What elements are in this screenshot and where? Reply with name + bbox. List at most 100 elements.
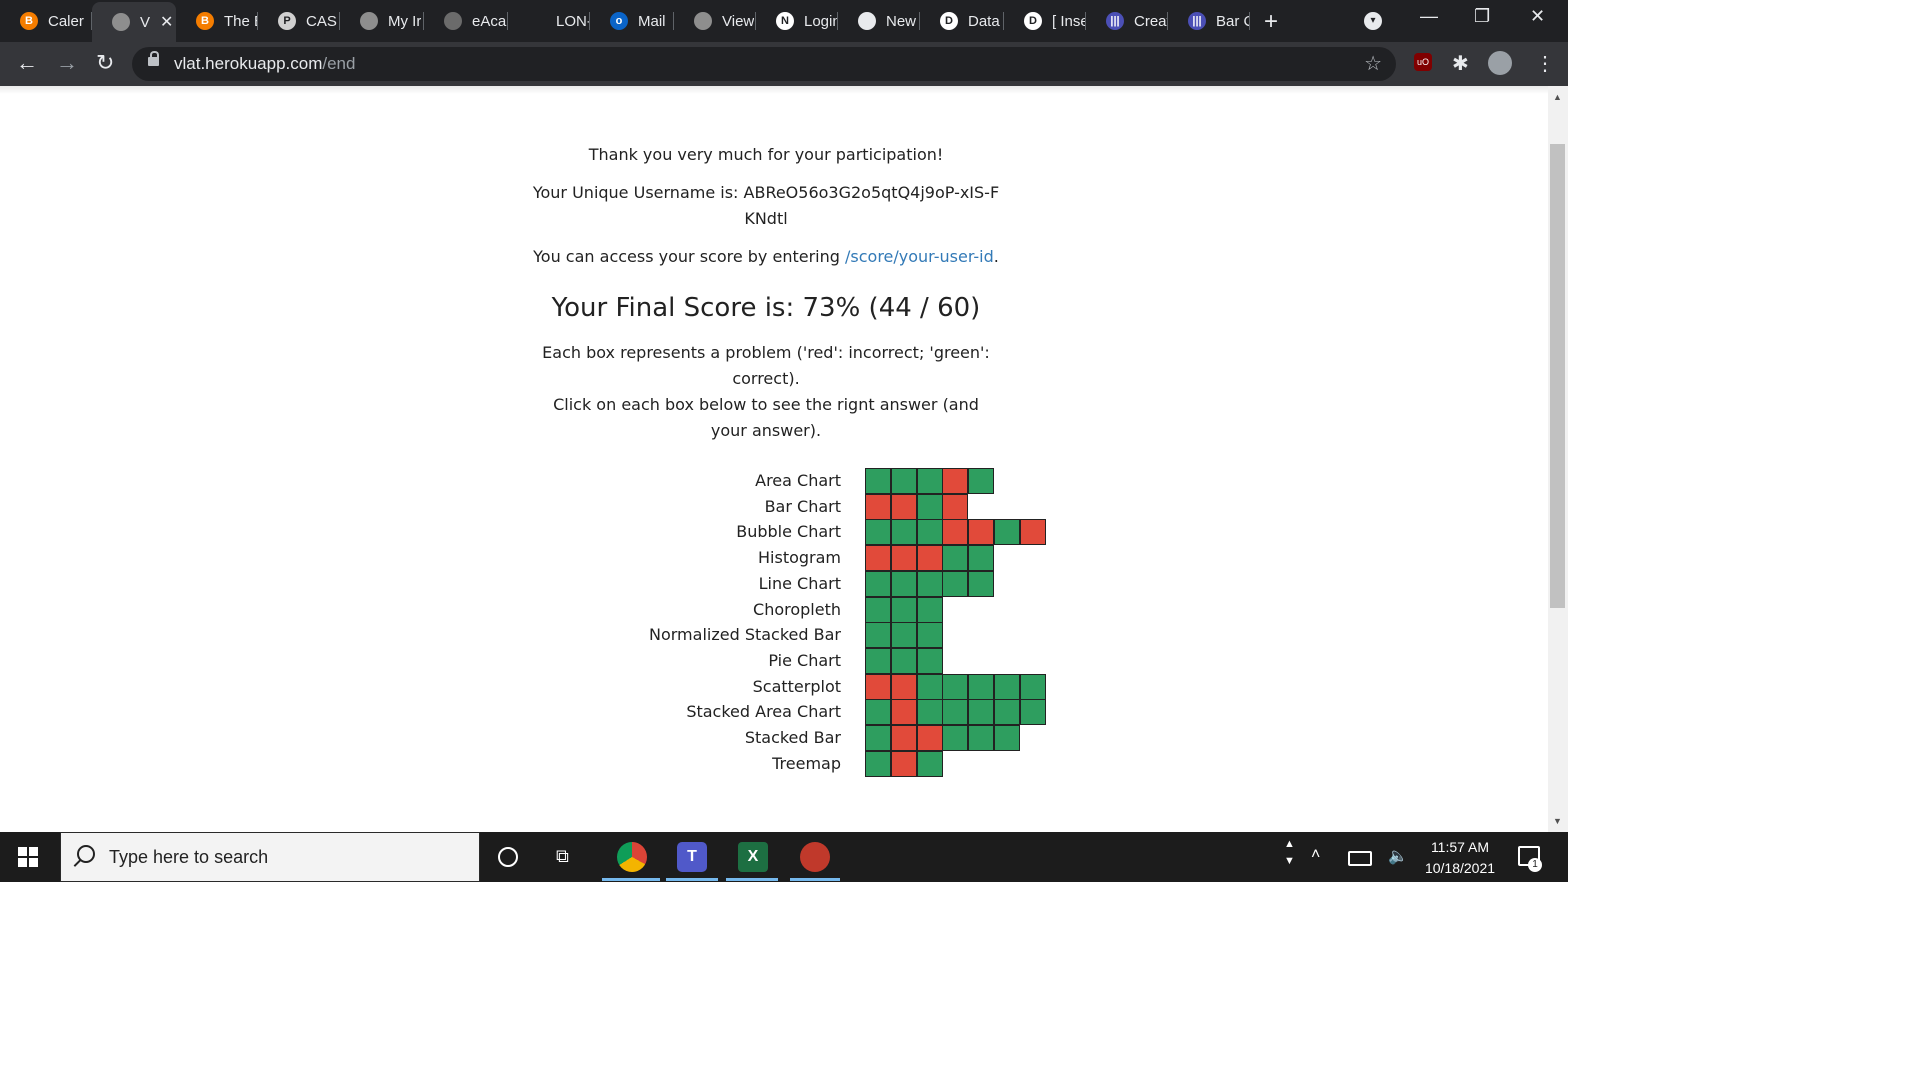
teams-icon[interactable]: T <box>677 842 707 872</box>
taskbar-scroll-icon[interactable]: ▲ ▼ <box>1284 836 1295 870</box>
correct-answer-box[interactable] <box>994 519 1020 546</box>
browser-tab[interactable]: eAcai <box>424 4 508 38</box>
ublock-icon[interactable]: uO <box>1414 53 1432 71</box>
task-view-icon[interactable]: ⧉ <box>556 846 586 876</box>
correct-answer-box[interactable] <box>865 570 891 597</box>
browser-tab[interactable]: My Ir <box>340 4 424 38</box>
correct-answer-box[interactable] <box>968 545 995 572</box>
correct-answer-box[interactable] <box>865 725 891 751</box>
correct-answer-box[interactable] <box>994 673 1020 700</box>
volume-icon[interactable]: 🔈 <box>1388 846 1408 866</box>
incorrect-answer-box[interactable] <box>916 725 943 751</box>
incorrect-answer-box[interactable] <box>865 545 891 572</box>
correct-answer-box[interactable] <box>865 699 891 726</box>
incorrect-answer-box[interactable] <box>890 673 917 700</box>
url-text[interactable]: vlat.herokuapp.com/end <box>174 54 355 74</box>
correct-answer-box[interactable] <box>890 570 917 597</box>
correct-answer-box[interactable] <box>865 519 891 546</box>
bookmark-star-icon[interactable]: ☆ <box>1364 51 1382 76</box>
correct-answer-box[interactable] <box>865 622 891 649</box>
taskbar-clock[interactable]: 11:57 AM 10/18/2021 <box>1414 837 1506 879</box>
browser-tab[interactable]: o Mail <box>590 4 674 38</box>
score-link[interactable]: /score/your-user-id <box>845 247 994 266</box>
correct-answer-box[interactable] <box>968 725 995 751</box>
incorrect-answer-box[interactable] <box>916 545 943 572</box>
incorrect-answer-box[interactable] <box>890 699 917 726</box>
correct-answer-box[interactable] <box>916 519 943 546</box>
incorrect-answer-box[interactable] <box>1019 519 1046 546</box>
extensions-icon[interactable]: ✱ <box>1452 51 1469 76</box>
new-tab-button[interactable]: + <box>1264 8 1278 36</box>
correct-answer-box[interactable] <box>865 647 891 674</box>
lock-icon[interactable] <box>148 51 159 66</box>
incorrect-answer-box[interactable] <box>890 493 917 520</box>
correct-answer-box[interactable] <box>916 750 943 777</box>
incorrect-answer-box[interactable] <box>890 725 917 751</box>
incorrect-answer-box[interactable] <box>942 519 969 546</box>
incorrect-answer-box[interactable] <box>865 673 891 700</box>
incorrect-answer-box[interactable] <box>942 468 969 494</box>
correct-answer-box[interactable] <box>994 699 1020 726</box>
correct-answer-box[interactable] <box>890 647 917 674</box>
browser-tab[interactable]: ||| Creat <box>1086 4 1168 38</box>
scroll-up-arrow[interactable]: ▲ <box>1553 92 1562 102</box>
reload-icon[interactable]: ↻ <box>96 50 114 76</box>
browser-tab[interactable]: View <box>674 4 756 38</box>
browser-tab[interactable]: LON- <box>508 4 590 38</box>
correct-answer-box[interactable] <box>942 699 969 726</box>
browser-tab[interactable]: B Caler <box>0 4 92 38</box>
browser-tab[interactable]: D Data <box>920 4 1004 38</box>
browser-tab[interactable]: V ✕ <box>92 2 176 42</box>
browser-tab[interactable]: New <box>838 4 920 38</box>
correct-answer-box[interactable] <box>916 596 943 623</box>
correct-answer-box[interactable] <box>916 468 943 494</box>
battery-icon[interactable] <box>1348 851 1372 866</box>
correct-answer-box[interactable] <box>994 725 1020 751</box>
address-bar[interactable]: vlat.herokuapp.com/end ☆ <box>132 47 1396 81</box>
correct-answer-box[interactable] <box>916 622 943 649</box>
correct-answer-box[interactable] <box>916 647 943 674</box>
menu-kebab-icon[interactable]: ⋮ <box>1535 51 1555 76</box>
incorrect-answer-box[interactable] <box>890 545 917 572</box>
forward-icon[interactable]: → <box>56 50 78 76</box>
browser-tab[interactable]: P CAS <box>258 4 340 38</box>
scroll-thumb[interactable] <box>1550 144 1565 608</box>
correct-answer-box[interactable] <box>916 699 943 726</box>
correct-answer-box[interactable] <box>968 468 995 494</box>
close-tab-icon[interactable]: ✕ <box>160 12 173 32</box>
restore-icon[interactable]: ❐ <box>1474 6 1490 27</box>
correct-answer-box[interactable] <box>968 699 995 726</box>
chrome-icon[interactable] <box>617 842 647 872</box>
correct-answer-box[interactable] <box>890 519 917 546</box>
incorrect-answer-box[interactable] <box>968 519 995 546</box>
windows-start-icon[interactable] <box>18 847 38 867</box>
correct-answer-box[interactable] <box>916 673 943 700</box>
correct-answer-box[interactable] <box>865 468 891 494</box>
back-icon[interactable]: ← <box>16 50 38 76</box>
correct-answer-box[interactable] <box>890 596 917 623</box>
correct-answer-box[interactable] <box>865 750 891 777</box>
minimize-icon[interactable]: — <box>1420 6 1438 27</box>
correct-answer-box[interactable] <box>942 570 969 597</box>
correct-answer-box[interactable] <box>916 570 943 597</box>
correct-answer-box[interactable] <box>916 493 943 520</box>
correct-answer-box[interactable] <box>890 468 917 494</box>
scroll-down-arrow[interactable]: ▼ <box>1553 816 1562 826</box>
correct-answer-box[interactable] <box>1019 673 1046 700</box>
correct-answer-box[interactable] <box>942 545 969 572</box>
browser-tab[interactable]: B The E <box>176 4 258 38</box>
profile-avatar[interactable] <box>1488 51 1512 75</box>
excel-icon[interactable]: X <box>738 842 768 872</box>
cortana-icon[interactable] <box>498 847 518 867</box>
incorrect-answer-box[interactable] <box>865 493 891 520</box>
page-scrollbar[interactable]: ▲ ▼ <box>1548 86 1568 832</box>
correct-answer-box[interactable] <box>1019 699 1046 726</box>
taskbar-search-box[interactable]: Type here to search <box>60 832 480 882</box>
close-window-icon[interactable]: ✕ <box>1530 6 1545 27</box>
correct-answer-box[interactable] <box>942 673 969 700</box>
tab-search-icon[interactable]: ▾ <box>1364 12 1382 30</box>
snipping-tool-icon[interactable] <box>800 842 830 872</box>
correct-answer-box[interactable] <box>865 596 891 623</box>
correct-answer-box[interactable] <box>968 673 995 700</box>
tray-overflow-icon[interactable]: ˄ <box>1311 846 1320 864</box>
